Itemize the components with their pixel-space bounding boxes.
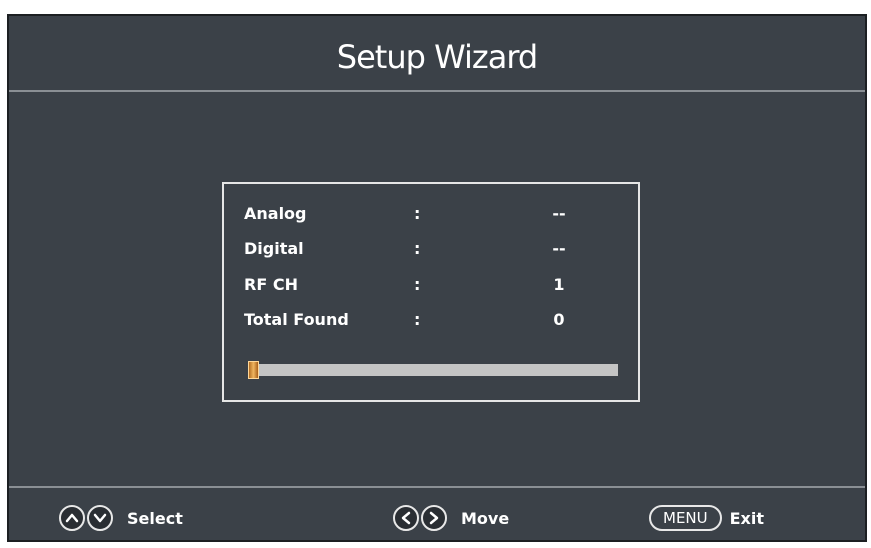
scan-status-panel: Analog : -- Digital : -- RF CH : 1 Total… bbox=[222, 182, 640, 402]
total-found-colon: : bbox=[414, 310, 421, 329]
analog-value: -- bbox=[552, 204, 566, 223]
title-divider bbox=[9, 90, 865, 92]
analog-colon: : bbox=[414, 204, 421, 223]
right-arrow-icon[interactable] bbox=[421, 505, 447, 531]
footer-divider bbox=[9, 486, 865, 488]
digital-label: Digital bbox=[244, 239, 304, 258]
left-arrow-icon[interactable] bbox=[393, 505, 419, 531]
menu-key-button[interactable]: MENU bbox=[649, 505, 722, 531]
digital-value: -- bbox=[552, 239, 566, 258]
rf-ch-colon: : bbox=[414, 275, 421, 294]
rf-ch-label: RF CH bbox=[244, 275, 298, 294]
total-found-label: Total Found bbox=[244, 310, 349, 329]
setup-wizard-screen: Setup Wizard Analog : -- Digital : -- RF… bbox=[7, 14, 867, 542]
scan-progress-fill bbox=[248, 361, 260, 379]
select-label: Select bbox=[127, 508, 183, 528]
rf-ch-value: 1 bbox=[553, 275, 565, 294]
total-found-value: 0 bbox=[553, 310, 565, 329]
down-arrow-icon[interactable] bbox=[87, 505, 113, 531]
scan-progress-bar bbox=[248, 361, 618, 379]
up-arrow-icon[interactable] bbox=[59, 505, 85, 531]
footer-exit-hint: MENU Exit bbox=[649, 502, 764, 534]
digital-colon: : bbox=[414, 239, 421, 258]
move-label: Move bbox=[461, 508, 510, 528]
footer-move-hint: Move bbox=[393, 502, 509, 534]
page-title: Setup Wizard bbox=[336, 38, 538, 76]
exit-label: Exit bbox=[729, 508, 765, 528]
footer-select-hint: Select bbox=[59, 502, 183, 534]
analog-label: Analog bbox=[244, 204, 307, 223]
